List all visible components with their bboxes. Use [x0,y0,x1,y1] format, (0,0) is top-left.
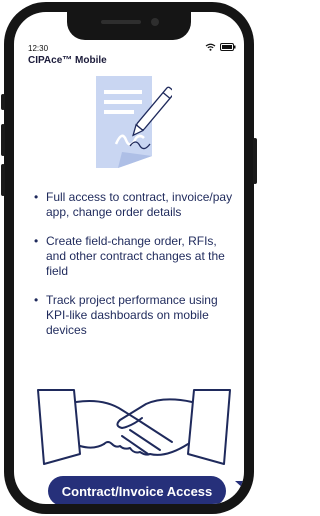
side-button-volume-up [1,124,5,156]
side-button-volume-down [1,164,5,196]
speaker-grille [101,20,141,24]
feature-item: • Create field-change order, RFIs, and o… [34,234,239,279]
side-button-power [253,138,257,184]
battery-icon [220,43,236,51]
feature-text: Full access to contract, invoice/pay app… [46,190,233,219]
feature-list: • Full access to contract, invoice/pay a… [34,190,239,352]
notch [67,12,191,40]
feature-item: • Track project performance using KPI-li… [34,293,239,338]
side-button-mute [1,94,5,110]
send-arrow-icon[interactable] [234,478,244,502]
feature-text: Track project performance using KPI-like… [46,293,218,337]
phone-frame: 12:30 CIPAce™ Mobile • Full access to co… [1,2,257,514]
bullet: • [34,293,39,307]
app-title: CIPAce™ Mobile [28,55,107,66]
wifi-icon [205,43,216,51]
phone-screen: 12:30 CIPAce™ Mobile • Full access to co… [14,12,244,504]
signed-document-icon [96,76,172,168]
status-icons [205,43,236,51]
status-time: 12:30 [28,44,49,53]
front-camera [151,18,159,26]
handshake-icon [37,389,231,465]
feature-text: Create field-change order, RFIs, and oth… [46,234,225,278]
contract-invoice-access-button[interactable]: Contract/Invoice Access [48,476,226,504]
bullet: • [34,190,39,204]
bullet: • [34,234,39,248]
feature-item: • Full access to contract, invoice/pay a… [34,190,239,220]
